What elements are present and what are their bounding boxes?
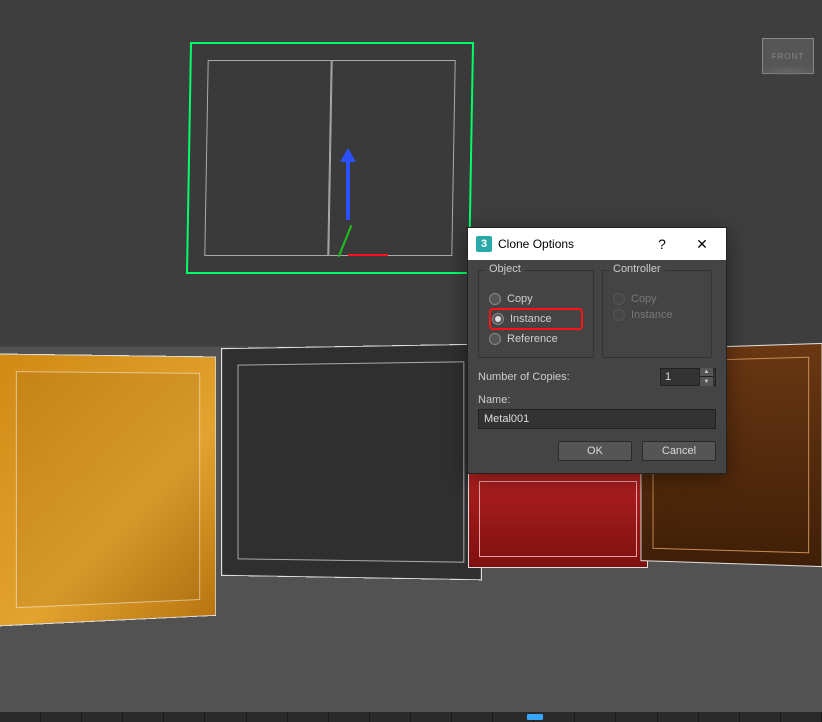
controller-copy-radio: Copy — [613, 291, 701, 307]
radio-icon — [492, 313, 504, 325]
name-input[interactable] — [478, 409, 716, 429]
app-icon: 3 — [476, 236, 492, 252]
number-of-copies-spinner[interactable]: ▲ ▼ — [660, 368, 716, 386]
object-reference-radio[interactable]: Reference — [489, 331, 583, 347]
cancel-button[interactable]: Cancel — [642, 441, 716, 461]
clone-options-dialog: 3 Clone Options ? ✕ Object Copy Instance — [467, 227, 727, 474]
scene-object-crate-dark[interactable] — [221, 344, 482, 581]
object-copy-radio[interactable]: Copy — [489, 291, 583, 307]
dialog-button-row: OK Cancel — [478, 441, 716, 461]
scene-object-crate-orange[interactable] — [0, 353, 216, 626]
number-of-copies-input[interactable] — [661, 371, 699, 383]
gizmo-z-axis[interactable] — [346, 160, 350, 220]
radio-label: Copy — [507, 293, 533, 305]
name-row: Name: — [478, 394, 716, 429]
timeline-bar[interactable] — [0, 712, 822, 722]
object-group: Object Copy Instance Reference — [478, 270, 594, 358]
scene-object-crate-red[interactable] — [468, 470, 648, 568]
object-instance-radio[interactable]: Instance — [492, 311, 577, 327]
annotation-highlight: Instance — [489, 308, 583, 330]
close-button[interactable]: ✕ — [682, 228, 722, 260]
radio-label: Instance — [510, 313, 552, 325]
viewcube-face-label: FRONT — [772, 52, 805, 61]
spinner-down-button[interactable]: ▼ — [699, 377, 713, 386]
controller-group: Controller Copy Instance — [602, 270, 712, 358]
dialog-titlebar[interactable]: 3 Clone Options ? ✕ — [468, 228, 726, 260]
radio-label: Copy — [631, 293, 657, 305]
object-group-title: Object — [485, 263, 525, 275]
dialog-body: Object Copy Instance Reference Cont — [468, 260, 726, 473]
dialog-title: Clone Options — [498, 237, 642, 251]
number-of-copies-row: Number of Copies: ▲ ▼ — [478, 368, 716, 386]
help-button[interactable]: ? — [642, 228, 682, 260]
number-of-copies-label: Number of Copies: — [478, 371, 570, 383]
radio-label: Reference — [507, 333, 558, 345]
controller-instance-radio: Instance — [613, 307, 701, 323]
name-label: Name: — [478, 394, 716, 406]
ok-button[interactable]: OK — [558, 441, 632, 461]
gizmo-x-axis[interactable] — [348, 254, 388, 256]
radio-label: Instance — [631, 309, 673, 321]
radio-icon — [613, 309, 625, 321]
radio-icon — [613, 293, 625, 305]
gizmo-y-axis[interactable] — [338, 225, 353, 257]
viewcube-base — [758, 66, 818, 76]
transform-gizmo[interactable] — [328, 200, 368, 280]
controller-group-title: Controller — [609, 263, 665, 275]
radio-icon — [489, 333, 501, 345]
spinner-up-button[interactable]: ▲ — [699, 368, 713, 377]
timeline-current-frame-marker[interactable] — [527, 714, 543, 720]
radio-icon — [489, 293, 501, 305]
